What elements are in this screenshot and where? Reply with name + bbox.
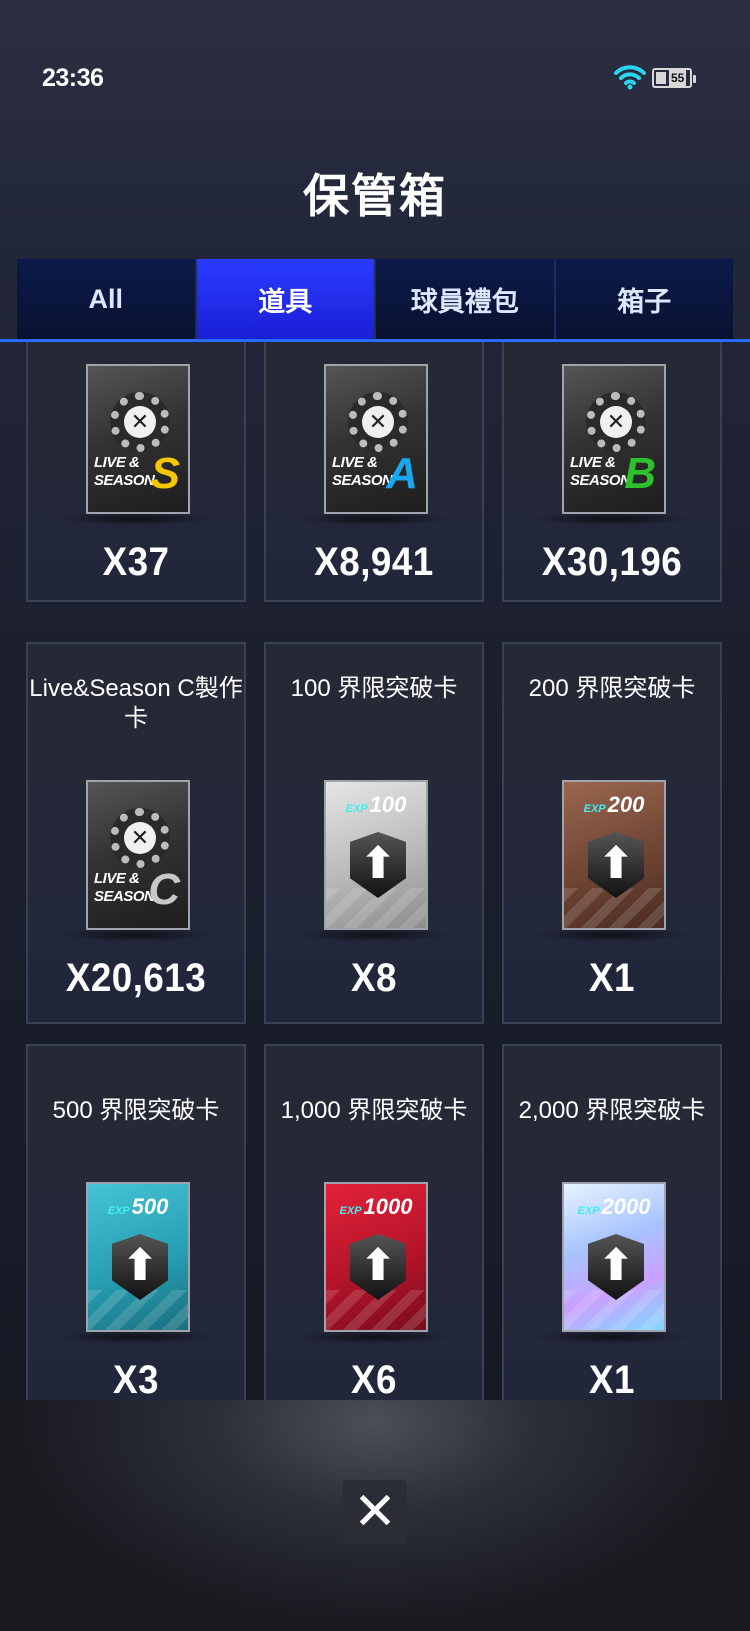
item-name: 500 界限突破卡 <box>52 1097 220 1124</box>
item-name: 200 界限突破卡 <box>528 675 696 702</box>
tab-items[interactable]: 道具 <box>196 259 376 339</box>
card-text: LIVE & SEASON <box>94 870 155 905</box>
tools-icon <box>362 406 394 438</box>
card-text: LIVE & SEASON <box>570 454 631 489</box>
card-shadow <box>294 928 454 942</box>
tab-player-packs[interactable]: 球員禮包 <box>376 259 556 339</box>
status-time: 23:36 <box>42 64 104 92</box>
craft-card-image: LIVE & SEASONC <box>86 780 190 930</box>
close-icon: ✕ <box>353 1483 397 1541</box>
exp-prefix: EXP <box>577 1205 600 1217</box>
card-exp-value: EXP2000 <box>564 1194 664 1220</box>
item-quantity: X8,941 <box>314 540 434 584</box>
item-cell[interactable]: 2,000 界限突破卡 EXP2000 ⬆ X1 <box>502 1044 722 1426</box>
item-cell[interactable]: 100 界限突破卡 EXP100 ⬆ X8 <box>264 642 484 1024</box>
item-quantity: X8 <box>351 956 397 1000</box>
exp-card-image: EXP200 ⬆ <box>562 780 666 930</box>
item-quantity: X6 <box>351 1358 397 1402</box>
tab-boxes[interactable]: 箱子 <box>555 259 733 339</box>
up-arrow-icon: ⬆ <box>359 839 397 888</box>
tab-bar: All 道具 球員禮包 箱子 <box>17 259 733 339</box>
item-name: 100 界限突破卡 <box>290 675 458 702</box>
exp-prefix: EXP <box>339 1205 362 1217</box>
item-grid: LIVE & SEASONSX37LIVE & SEASONAX8,941LIV… <box>0 342 750 1427</box>
cell-header-band <box>504 644 720 784</box>
item-cell[interactable]: 1,000 界限突破卡 EXP1000 ⬆ X6 <box>264 1044 484 1426</box>
item-cell[interactable]: Live&Season C製作卡 LIVE & SEASONC X20,613 <box>26 642 246 1024</box>
exp-amount: 500 <box>131 1194 169 1219</box>
exp-card-image: EXP2000 ⬆ <box>562 1182 666 1332</box>
exp-amount: 200 <box>607 792 645 817</box>
card-shadow <box>532 1330 692 1344</box>
exp-card-image: EXP500 ⬆ <box>86 1182 190 1332</box>
item-quantity: X1 <box>589 1358 635 1402</box>
up-arrow-icon: ⬆ <box>597 839 635 888</box>
tools-icon <box>124 406 156 438</box>
status-bar: 23:36 55 <box>0 0 750 120</box>
card-text: LIVE & SEASON <box>94 454 155 489</box>
exp-amount: 1000 <box>363 1194 413 1219</box>
wifi-icon <box>614 65 646 90</box>
card-shadow <box>294 1330 454 1344</box>
item-name: 2,000 界限突破卡 <box>518 1097 706 1124</box>
item-quantity: X1 <box>589 956 635 1000</box>
card-exp-value: EXP1000 <box>326 1194 426 1220</box>
craft-card-image: LIVE & SEASONS <box>86 364 190 514</box>
card-exp-value: EXP200 <box>564 792 664 818</box>
tab-all[interactable]: All <box>17 259 197 339</box>
item-cell[interactable]: 500 界限突破卡 EXP500 ⬆ X3 <box>26 1044 246 1426</box>
page-title: 保管箱 <box>303 170 447 222</box>
item-cell[interactable]: 200 界限突破卡 EXP200 ⬆ X1 <box>502 642 722 1024</box>
item-quantity: X30,196 <box>541 540 683 584</box>
card-shadow <box>56 512 216 526</box>
card-shadow <box>56 928 216 942</box>
close-button[interactable]: ✕ <box>343 1480 407 1544</box>
item-cell[interactable]: LIVE & SEASONA X8,941 <box>264 342 484 602</box>
card-grade: S <box>150 449 180 498</box>
card-grade: A <box>386 449 418 498</box>
up-arrow-icon: ⬆ <box>359 1241 397 1290</box>
item-quantity: X3 <box>113 1358 159 1402</box>
card-shadow <box>56 1330 216 1344</box>
card-grade: C <box>148 865 180 914</box>
card-shadow <box>294 512 454 526</box>
battery-icon: 55 <box>652 68 696 88</box>
card-grade: B <box>624 449 656 498</box>
cell-header-band <box>266 644 482 784</box>
up-arrow-icon: ⬆ <box>121 1241 159 1290</box>
card-exp-value: EXP500 <box>88 1194 188 1220</box>
item-name: Live&Season C製作卡 <box>29 675 243 732</box>
battery-level: 55 <box>669 70 687 86</box>
item-name: 1,000 界限突破卡 <box>280 1097 468 1124</box>
exp-prefix: EXP <box>583 803 606 815</box>
card-text: LIVE & SEASON <box>332 454 393 489</box>
item-quantity: X37 <box>102 540 170 584</box>
item-cell[interactable]: LIVE & SEASONB X30,196 <box>502 342 722 602</box>
item-cell[interactable]: LIVE & SEASONS X37 <box>26 342 246 602</box>
card-exp-value: EXP100 <box>326 792 426 818</box>
up-arrow-icon: ⬆ <box>597 1241 635 1290</box>
card-shadow <box>532 512 692 526</box>
craft-card-image: LIVE & SEASONB <box>562 364 666 514</box>
tools-icon <box>600 406 632 438</box>
exp-card-image: EXP100 ⬆ <box>324 780 428 930</box>
tools-icon <box>124 822 156 854</box>
exp-card-image: EXP1000 ⬆ <box>324 1182 428 1332</box>
item-quantity: X20,613 <box>65 956 207 1000</box>
exp-amount: 100 <box>369 792 407 817</box>
craft-card-image: LIVE & SEASONA <box>324 364 428 514</box>
exp-prefix: EXP <box>345 803 368 815</box>
exp-prefix: EXP <box>107 1205 130 1217</box>
exp-amount: 2000 <box>601 1194 651 1219</box>
card-shadow <box>532 928 692 942</box>
